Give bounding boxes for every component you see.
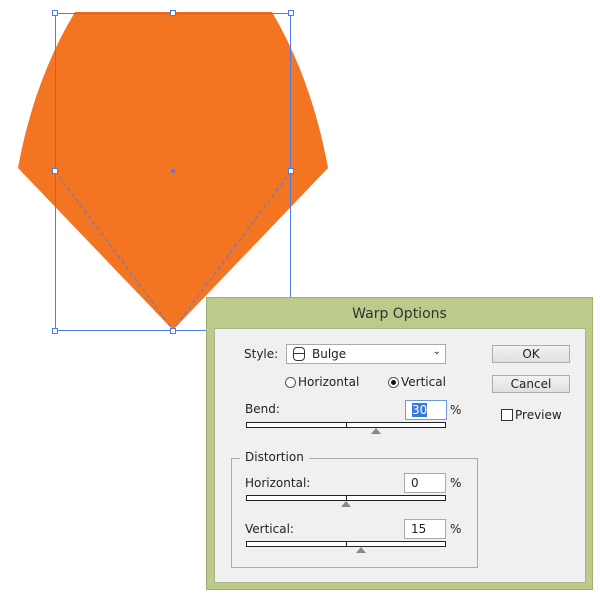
cancel-button[interactable]: Cancel (492, 375, 570, 393)
bend-slider[interactable] (246, 422, 446, 428)
chevron-down-icon: ⌄ (432, 346, 441, 357)
center-point (171, 169, 175, 173)
dialog-title: Warp Options (352, 306, 447, 322)
preview-label[interactable]: Preview (515, 408, 562, 422)
preview-checkbox[interactable] (501, 409, 513, 421)
bend-unit: % (450, 403, 462, 417)
bend-slider-thumb[interactable] (371, 428, 381, 434)
horizontal-radio[interactable] (285, 377, 296, 388)
ok-button[interactable]: OK (492, 345, 570, 363)
horizontal-radio-label[interactable]: Horizontal (298, 375, 359, 389)
distortion-horizontal-label: Horizontal: (245, 476, 311, 490)
vertical-radio[interactable] (388, 377, 399, 388)
distortion-vertical-label: Vertical: (245, 522, 294, 536)
distortion-vertical-input[interactable]: 15 (404, 519, 446, 539)
style-select[interactable]: Bulge ⌄ (286, 344, 446, 364)
bulge-icon (293, 347, 305, 361)
warp-options-dialog: Warp Options Style: Bulge ⌄ Horizontal V… (206, 297, 593, 590)
distortion-label: Distortion (240, 450, 309, 464)
style-value: Bulge (312, 347, 347, 361)
bend-label: Bend: (245, 402, 280, 416)
distortion-horizontal-thumb[interactable] (341, 501, 351, 507)
bend-input[interactable]: 30 (405, 400, 447, 420)
distortion-horizontal-input[interactable]: 0 (404, 473, 446, 493)
distortion-vertical-unit: % (450, 522, 462, 536)
style-label: Style: (244, 347, 279, 361)
distortion-vertical-slider[interactable] (246, 541, 446, 547)
distortion-horizontal-unit: % (450, 476, 462, 490)
dialog-body: Style: Bulge ⌄ Horizontal Vertical Bend:… (214, 328, 586, 583)
distortion-vertical-thumb[interactable] (356, 547, 366, 553)
vertical-radio-label[interactable]: Vertical (401, 375, 446, 389)
